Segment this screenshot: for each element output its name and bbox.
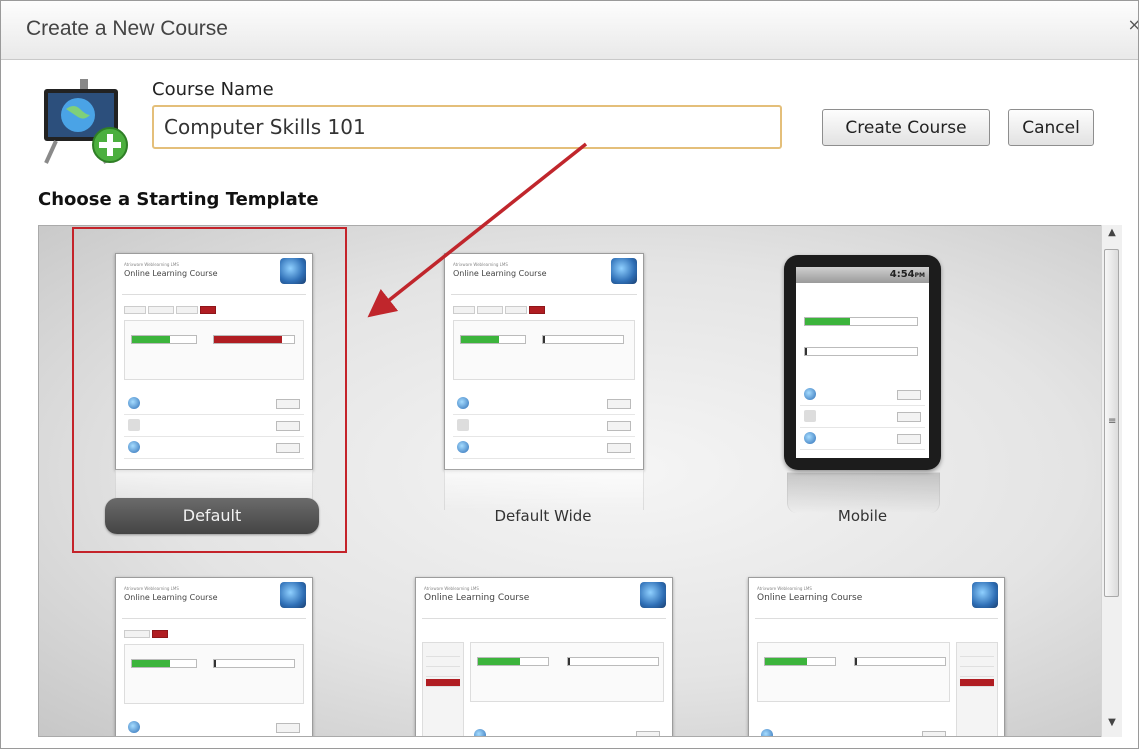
dialog-titlebar: Create a New Course × — [1, 1, 1138, 60]
course-name-label: Course Name — [152, 79, 274, 100]
create-course-button[interactable]: Create Course — [822, 109, 990, 146]
course-add-icon — [44, 79, 128, 164]
template-default-wide-label[interactable]: Default Wide — [444, 507, 642, 525]
mobile-clock: 4:54PM — [889, 269, 925, 280]
preview-course-title: Online Learning Course — [424, 593, 530, 603]
selected-template-highlight — [72, 227, 347, 553]
gallery-scrollbar[interactable]: ▲ ≡ ▼ — [1101, 225, 1122, 737]
scrollbar-thumb[interactable]: ≡ — [1104, 249, 1119, 597]
preview-course-title: Online Learning Course — [757, 593, 863, 603]
preview-course-title: Online Learning Course — [453, 269, 547, 278]
template-wide-right-nav-thumbnail[interactable]: Atrixware Weblearning LMS Online Learnin… — [748, 577, 1005, 736]
create-course-dialog: Create a New Course × Course Name Create… — [0, 0, 1139, 749]
template-mobile-label[interactable]: Mobile — [784, 507, 941, 525]
grip-icon: ≡ — [1108, 416, 1117, 427]
preview-app-name: Atrixware Weblearning LMS — [124, 586, 179, 591]
globe-icon — [280, 582, 306, 608]
template-mobile-thumbnail[interactable]: 4:54PM — [784, 255, 941, 470]
course-name-input[interactable] — [152, 105, 782, 149]
template-simple-thumbnail[interactable]: Atrixware Weblearning LMS Online Learnin… — [115, 577, 313, 736]
template-section-heading: Choose a Starting Template — [38, 189, 319, 210]
globe-icon — [611, 258, 637, 284]
cancel-button[interactable]: Cancel — [1008, 109, 1094, 146]
mobile-status-bar: 4:54PM — [796, 267, 929, 283]
template-default-wide-thumbnail[interactable]: Atrixware Weblearning LMS Online Learnin… — [444, 253, 644, 470]
preview-app-name: Atrixware Weblearning LMS — [757, 586, 812, 591]
scroll-down-icon[interactable]: ▼ — [1102, 717, 1122, 733]
scroll-up-icon[interactable]: ▲ — [1102, 227, 1122, 243]
preview-course-title: Online Learning Course — [124, 593, 218, 602]
preview-app-name: Atrixware Weblearning LMS — [424, 586, 479, 591]
mobile-screen: 4:54PM — [796, 267, 929, 458]
preview-app-name: Atrixware Weblearning LMS — [453, 262, 508, 267]
template-default-wide-reflection — [444, 469, 644, 510]
globe-icon — [972, 582, 998, 608]
template-wide-left-nav-thumbnail[interactable]: Atrixware Weblearning LMS Online Learnin… — [415, 577, 673, 736]
close-icon[interactable]: × — [1128, 15, 1138, 34]
globe-icon — [640, 582, 666, 608]
dialog-title: Create a New Course — [26, 17, 228, 40]
